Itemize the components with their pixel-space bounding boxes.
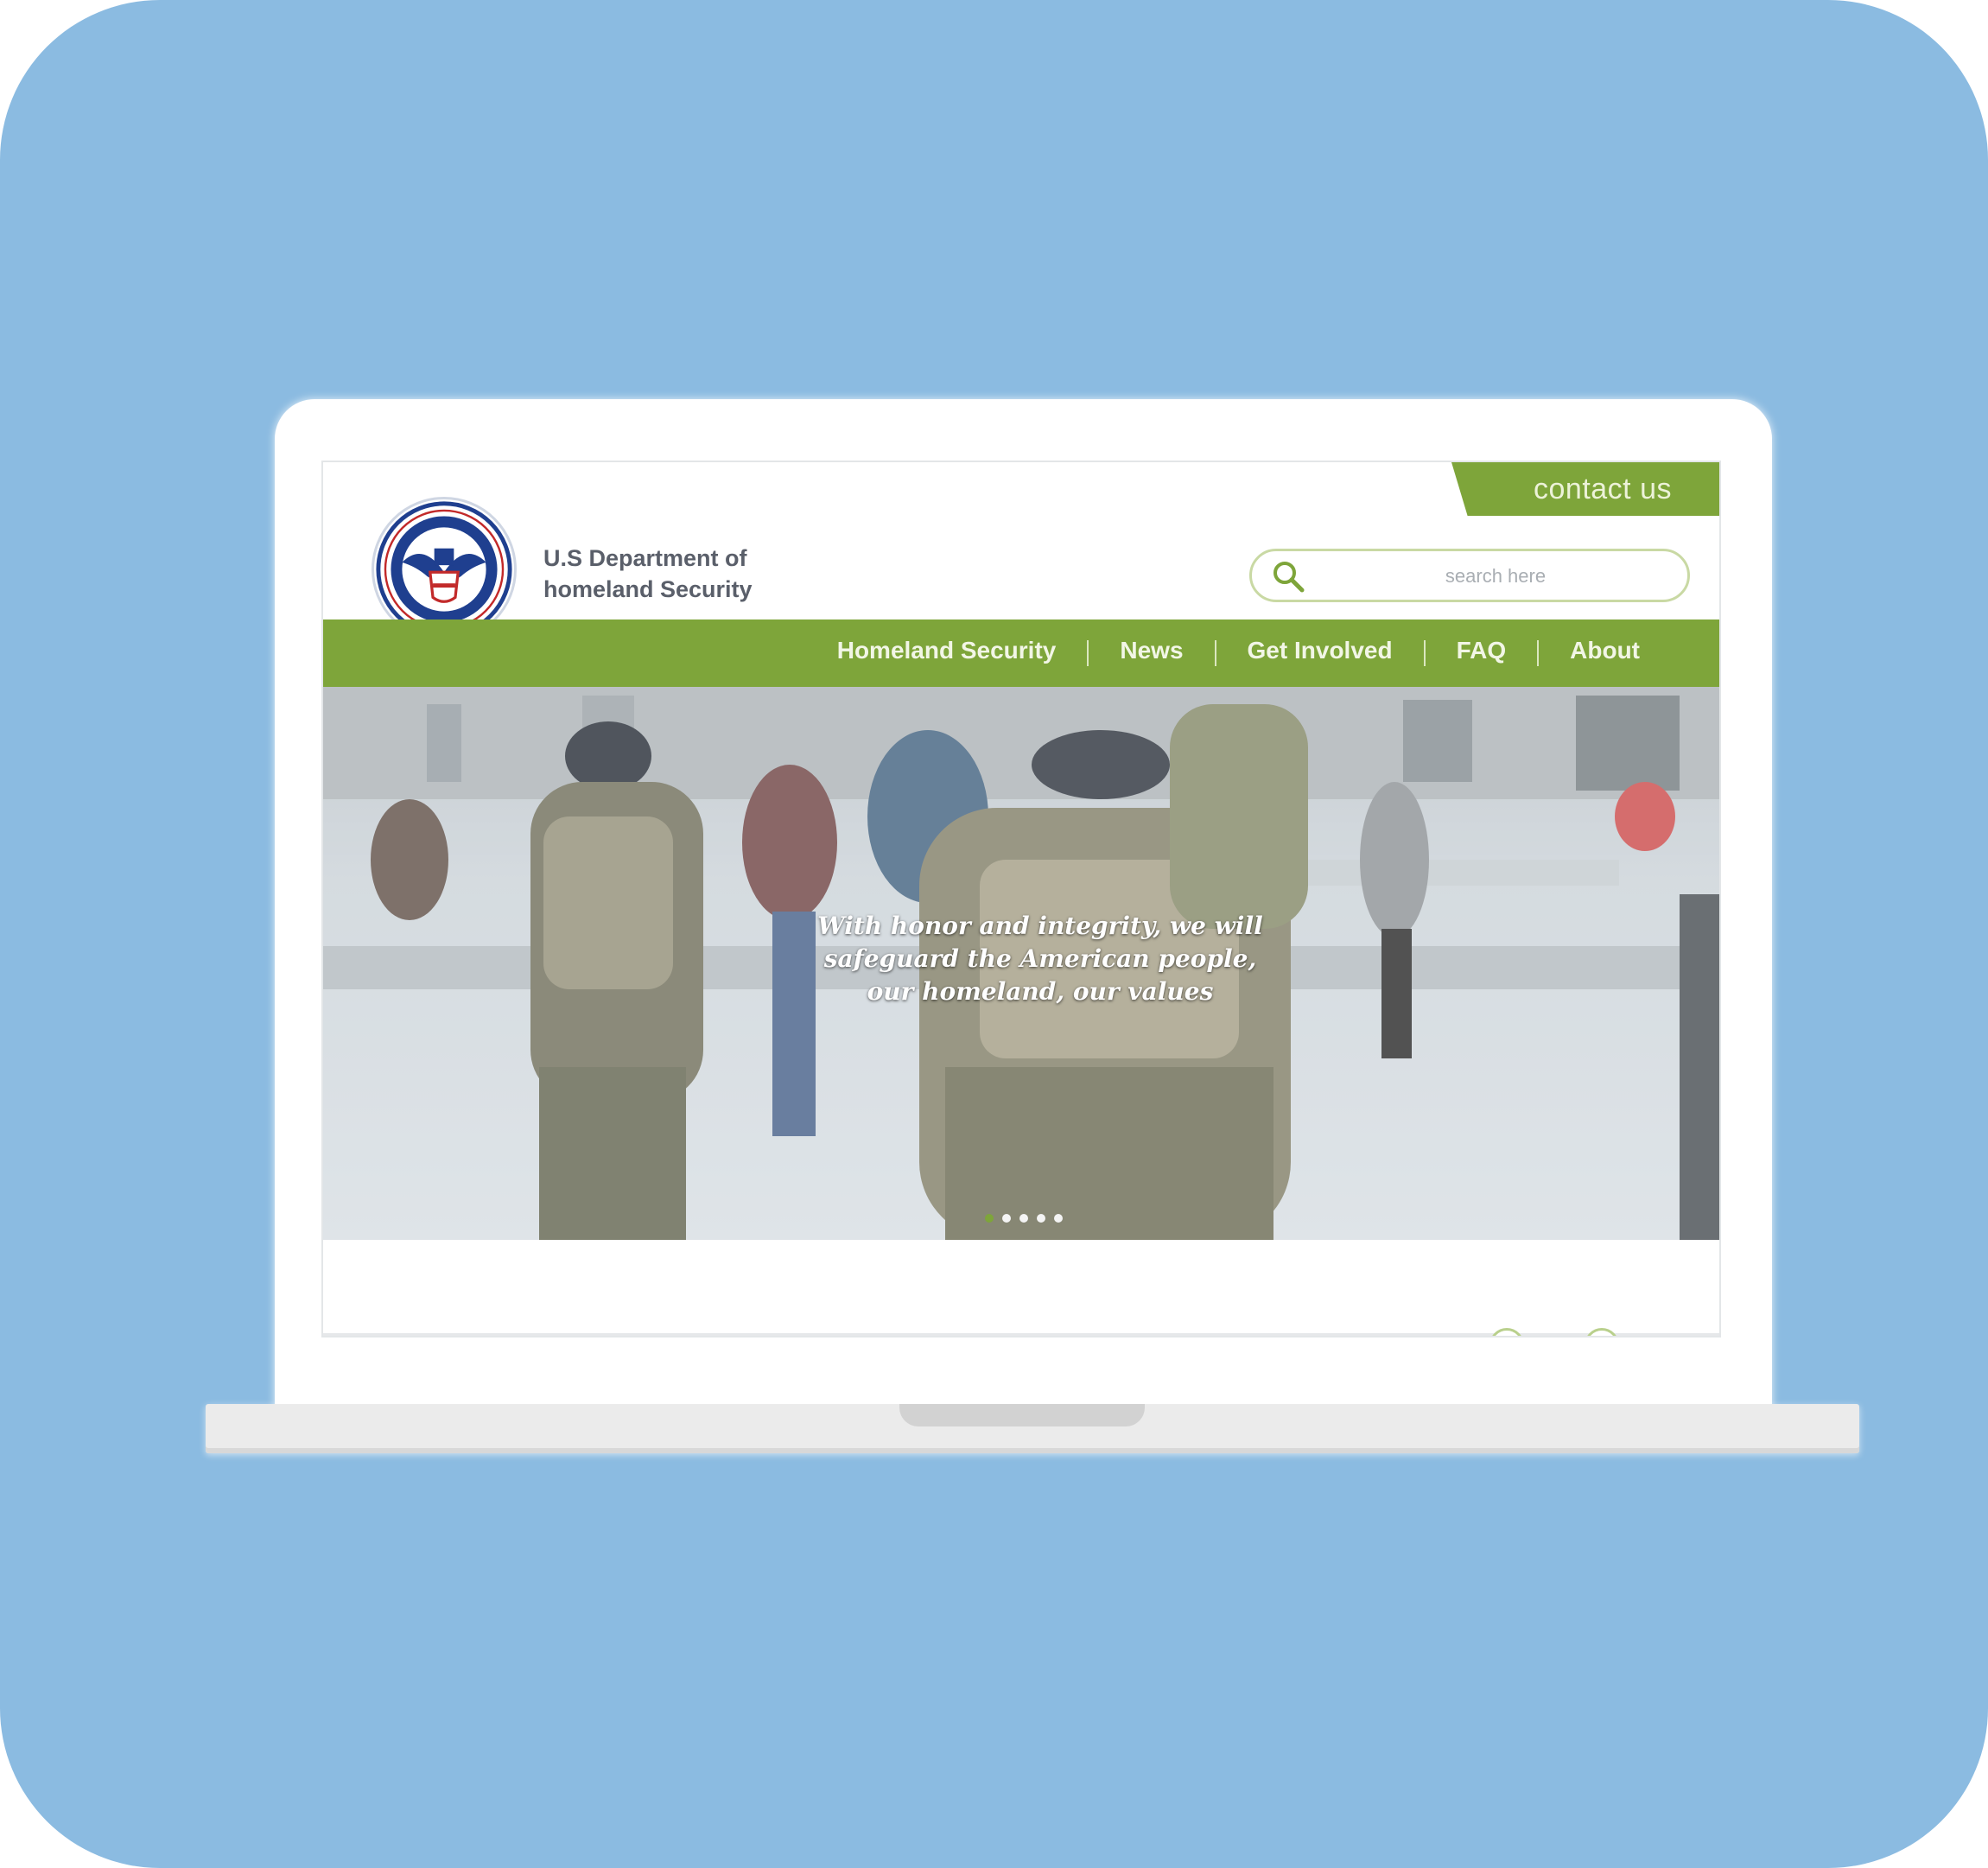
main-navigation: Homeland Security News Get Involved FAQ …	[323, 619, 1719, 687]
contact-us-button[interactable]: contact us	[1451, 462, 1719, 516]
laptop-notch	[899, 1404, 1145, 1426]
nav-item-about[interactable]: About	[1539, 619, 1671, 687]
nav-item-news[interactable]: News	[1089, 619, 1214, 687]
social-icon[interactable]	[1489, 1328, 1524, 1336]
hero-banner: With honor and integrity, we will safegu…	[323, 687, 1719, 1240]
org-name-line2: homeland Security	[543, 576, 753, 602]
carousel-indicators	[985, 1214, 1063, 1223]
search-input[interactable]	[1338, 558, 1653, 594]
hero-caption-line2: safeguard the American people,	[823, 944, 1257, 973]
organization-name: U.S Department of homeland Security	[543, 543, 829, 605]
hero-caption-line3: our homeland, our values	[867, 977, 1214, 1006]
hero-caption: With honor and integrity, we will safegu…	[772, 910, 1308, 1008]
carousel-dot-5[interactable]	[1054, 1214, 1063, 1223]
nav-item-homeland-security[interactable]: Homeland Security	[806, 619, 1088, 687]
carousel-dot-1[interactable]	[985, 1214, 994, 1223]
laptop-screen: contact us U.S Department of homeland Se…	[321, 461, 1721, 1337]
carousel-dot-3[interactable]	[1019, 1214, 1028, 1223]
nav-item-faq[interactable]: FAQ	[1426, 619, 1538, 687]
nav-item-get-involved[interactable]: Get Involved	[1216, 619, 1424, 687]
carousel-dot-2[interactable]	[1002, 1214, 1011, 1223]
hero-caption-line1: With honor and integrity, we will	[817, 912, 1263, 940]
social-icon[interactable]	[1585, 1328, 1619, 1336]
search-bar[interactable]	[1249, 549, 1690, 602]
carousel-dot-4[interactable]	[1037, 1214, 1045, 1223]
search-icon[interactable]	[1271, 559, 1305, 594]
org-name-line1: U.S Department of	[543, 545, 747, 571]
